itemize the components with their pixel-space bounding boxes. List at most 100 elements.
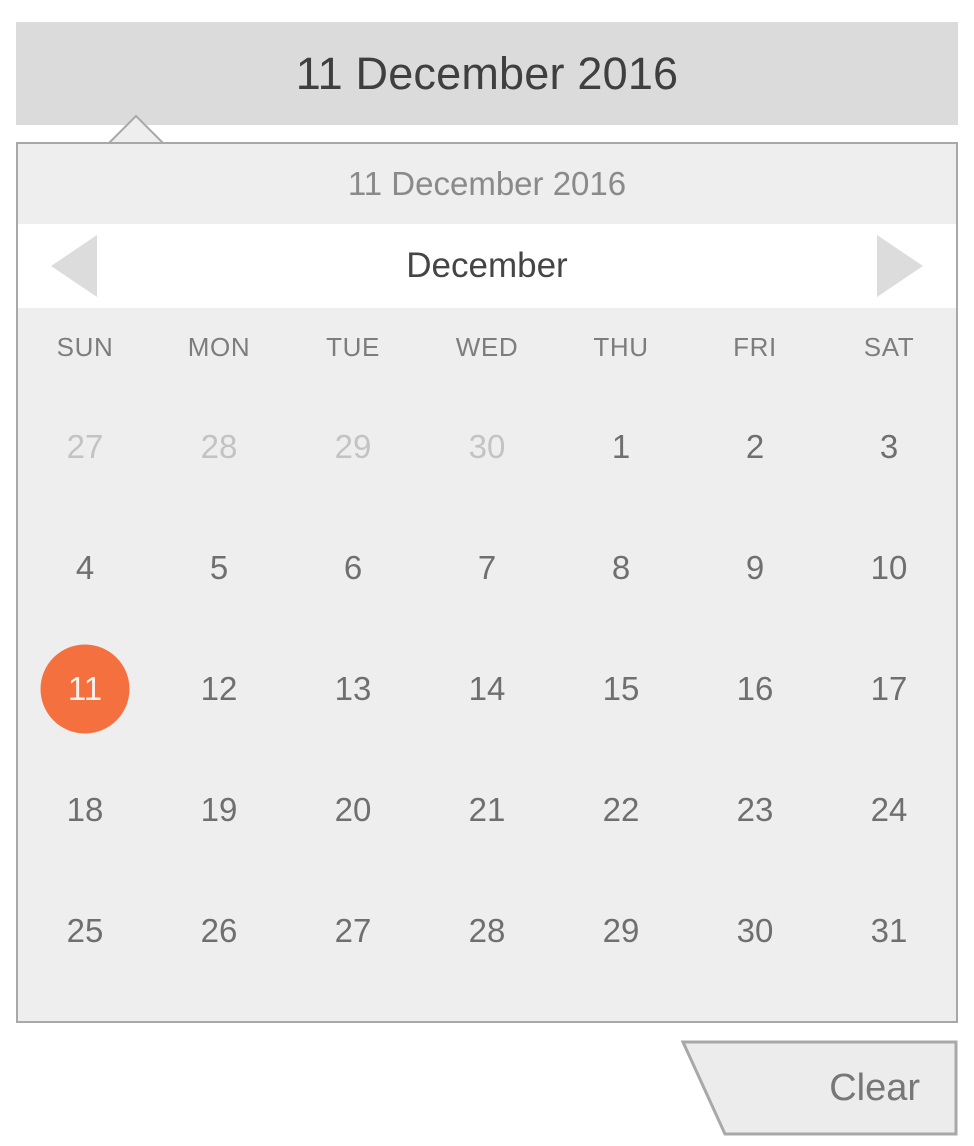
popup-caret bbox=[107, 113, 165, 145]
day-cell[interactable]: 28 bbox=[420, 870, 554, 991]
day-number: 16 bbox=[736, 670, 774, 707]
day-number: 30 bbox=[468, 428, 506, 465]
calendar-header-title: 11 December 2016 bbox=[347, 165, 627, 202]
day-cell[interactable]: 26 bbox=[152, 870, 286, 991]
day-number: 14 bbox=[468, 670, 506, 707]
day-cell[interactable]: 8 bbox=[554, 507, 688, 628]
day-number: 18 bbox=[66, 791, 104, 828]
month-navigation: December bbox=[18, 224, 956, 308]
weekday-cell: MON bbox=[152, 308, 286, 386]
day-number: 19 bbox=[200, 791, 238, 828]
day-cell[interactable]: 28 bbox=[152, 386, 286, 507]
day-number: 10 bbox=[870, 549, 908, 586]
day-cell[interactable]: 25 bbox=[18, 870, 152, 991]
prev-month-button[interactable] bbox=[44, 233, 104, 299]
weekday-label: SAT bbox=[863, 331, 915, 362]
weekday-label: TUE bbox=[326, 331, 380, 362]
day-cell[interactable]: 18 bbox=[18, 749, 152, 870]
day-cell[interactable]: 31 bbox=[822, 870, 956, 991]
day-cell[interactable]: 12 bbox=[152, 628, 286, 749]
weekday-label: FRI bbox=[733, 331, 777, 362]
day-number: 12 bbox=[200, 670, 238, 707]
weekday-cell: THU bbox=[554, 308, 688, 386]
day-number: 8 bbox=[611, 549, 631, 586]
day-cell[interactable]: 3 bbox=[822, 386, 956, 507]
day-cell[interactable]: 2 bbox=[688, 386, 822, 507]
day-cell[interactable]: 29 bbox=[554, 870, 688, 991]
day-number: 7 bbox=[477, 549, 497, 586]
day-number: 5 bbox=[209, 549, 229, 586]
calendar-weeks: 27 28 29 30 1 2 3 4 5 6 7 8 9 10 11 12 13 14 15 16 17 18 19 20 2… bbox=[18, 386, 956, 991]
day-cell[interactable]: 14 bbox=[420, 628, 554, 749]
day-number: 28 bbox=[468, 912, 506, 949]
day-cell[interactable]: 27 bbox=[286, 870, 420, 991]
day-number: 31 bbox=[870, 912, 908, 949]
day-cell[interactable]: 21 bbox=[420, 749, 554, 870]
day-cell[interactable]: 11 bbox=[18, 628, 152, 749]
clear-button[interactable]: Clear bbox=[681, 1040, 958, 1136]
day-cell[interactable]: 29 bbox=[286, 386, 420, 507]
day-number: 1 bbox=[611, 428, 631, 465]
day-cell[interactable]: 27 bbox=[18, 386, 152, 507]
day-cell[interactable]: 15 bbox=[554, 628, 688, 749]
day-number: 26 bbox=[200, 912, 238, 949]
weekday-label: WED bbox=[455, 331, 519, 362]
day-cell[interactable]: 17 bbox=[822, 628, 956, 749]
day-number: 15 bbox=[602, 670, 640, 707]
day-number: 27 bbox=[66, 428, 104, 465]
calendar-header: 11 December 2016 bbox=[18, 144, 956, 224]
day-cell[interactable]: 1 bbox=[554, 386, 688, 507]
chevron-right-icon bbox=[875, 233, 925, 299]
weekday-label: SUN bbox=[56, 331, 114, 362]
date-input-field[interactable]: 11 December 2016 bbox=[16, 22, 958, 125]
day-cell[interactable]: 6 bbox=[286, 507, 420, 628]
day-cell[interactable]: 5 bbox=[152, 507, 286, 628]
day-number: 11 bbox=[67, 670, 103, 707]
weekday-cell: FRI bbox=[688, 308, 822, 386]
day-number: 29 bbox=[334, 428, 372, 465]
chevron-left-icon bbox=[49, 233, 99, 299]
day-cell[interactable]: 9 bbox=[688, 507, 822, 628]
day-number: 4 bbox=[75, 549, 95, 586]
day-cell[interactable]: 20 bbox=[286, 749, 420, 870]
day-number: 24 bbox=[870, 791, 908, 828]
day-number: 28 bbox=[200, 428, 238, 465]
weekday-cell: SUN bbox=[18, 308, 152, 386]
day-cell[interactable]: 13 bbox=[286, 628, 420, 749]
day-cell[interactable]: 22 bbox=[554, 749, 688, 870]
day-cell[interactable]: 24 bbox=[822, 749, 956, 870]
day-cell[interactable]: 7 bbox=[420, 507, 554, 628]
current-month-label[interactable]: December bbox=[104, 246, 870, 286]
weekday-label: MON bbox=[187, 331, 251, 362]
date-input-value: 11 December 2016 bbox=[295, 48, 679, 99]
day-cell[interactable]: 30 bbox=[420, 386, 554, 507]
day-cell[interactable]: 23 bbox=[688, 749, 822, 870]
day-number: 23 bbox=[736, 791, 774, 828]
day-cell[interactable]: 30 bbox=[688, 870, 822, 991]
day-number: 20 bbox=[334, 791, 372, 828]
calendar-week-row: 18 19 20 21 22 23 24 bbox=[18, 749, 956, 870]
day-number: 27 bbox=[334, 912, 372, 949]
weekday-cell: SAT bbox=[822, 308, 956, 386]
day-cell[interactable]: 19 bbox=[152, 749, 286, 870]
day-number: 17 bbox=[870, 670, 908, 707]
day-number: 22 bbox=[602, 791, 640, 828]
day-number: 21 bbox=[468, 791, 506, 828]
weekday-cell: TUE bbox=[286, 308, 420, 386]
day-number: 3 bbox=[879, 428, 899, 465]
calendar-grid: SUN MON TUE WED THU FRI SAT 27 28 29 30 1 2 3 4… bbox=[18, 308, 956, 991]
day-number: 9 bbox=[745, 549, 765, 586]
datepicker-popup: 11 December 2016 December SUN MON TUE WE… bbox=[16, 142, 958, 1023]
clear-button-label: Clear bbox=[829, 1066, 920, 1109]
day-cell[interactable]: 10 bbox=[822, 507, 956, 628]
next-month-button[interactable] bbox=[870, 233, 930, 299]
day-cell[interactable]: 16 bbox=[688, 628, 822, 749]
calendar-week-row: 27 28 29 30 1 2 3 bbox=[18, 386, 956, 507]
calendar-week-row: 11 12 13 14 15 16 17 bbox=[18, 628, 956, 749]
day-cell[interactable]: 4 bbox=[18, 507, 152, 628]
calendar-week-row: 25 26 27 28 29 30 31 bbox=[18, 870, 956, 991]
day-number: 13 bbox=[334, 670, 372, 707]
day-number: 29 bbox=[602, 912, 640, 949]
day-number: 30 bbox=[736, 912, 774, 949]
weekday-header-row: SUN MON TUE WED THU FRI SAT bbox=[18, 308, 956, 386]
